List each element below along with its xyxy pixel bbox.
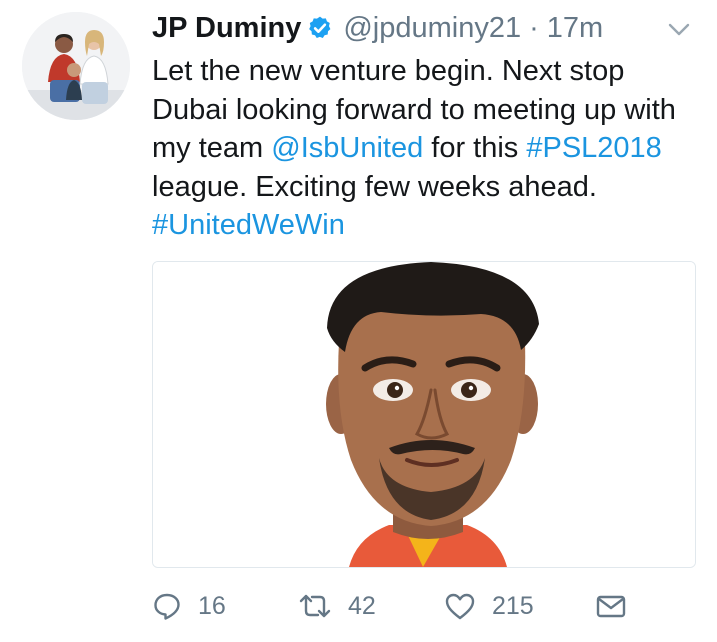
header-separator: · [529,11,539,44]
chevron-down-icon[interactable] [666,20,692,40]
verified-badge-icon [309,16,331,38]
retweet-icon [299,594,331,618]
like-count: 215 [492,591,534,620]
reply-button[interactable]: 16 [152,588,226,624]
tweet-media[interactable] [152,261,696,568]
tweet-actions: 16 42 215 [152,588,697,624]
reply-icon [154,593,180,620]
author-name[interactable]: JP Duminy [152,12,301,45]
author-handle[interactable]: @jpduminy21 [343,12,521,45]
mention-link[interactable]: @IsbUnited [271,132,423,164]
avatar-photo [22,12,130,120]
retweet-count: 42 [348,591,376,620]
avatar[interactable] [22,12,130,120]
envelope-icon [596,595,626,618]
tweet-header: JP Duminy @jpduminy21 · 17m [152,8,603,48]
tweet-text-part: for this [423,132,527,164]
like-button[interactable]: 215 [444,588,534,624]
tweet-timestamp[interactable]: 17m [547,12,603,45]
direct-message-button[interactable] [595,588,627,624]
tweet-text: Let the new venture begin. Next stop Dub… [152,52,697,245]
retweet-button[interactable]: 42 [298,588,376,624]
heart-icon [445,593,475,620]
hashtag-link[interactable]: #PSL2018 [526,132,661,164]
reply-count: 16 [198,591,226,620]
tweet-text-part: league. Exciting few weeks ahead. [152,170,597,203]
player-caricature-image [153,262,695,567]
hashtag-link[interactable]: #UnitedWeWin [152,209,345,241]
